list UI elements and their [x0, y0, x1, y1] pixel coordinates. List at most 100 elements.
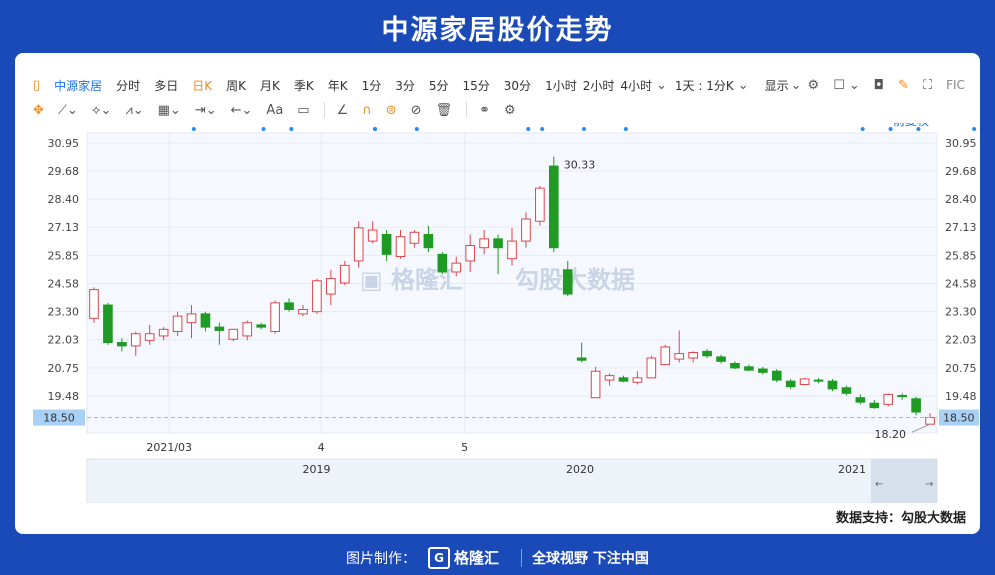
candle[interactable]	[326, 278, 336, 295]
tab-3min[interactable]: 3分	[395, 77, 415, 94]
comment-icon[interactable]: ▭	[297, 103, 309, 118]
candle[interactable]	[799, 378, 810, 385]
candle[interactable]	[381, 233, 392, 255]
tab-yearly-k[interactable]: 年K	[328, 77, 348, 94]
candle[interactable]	[395, 236, 406, 258]
event-marker[interactable]	[261, 127, 266, 131]
candle[interactable]	[117, 342, 127, 347]
candle[interactable]	[911, 398, 921, 413]
sidebar-toggle-icon[interactable]: ▯	[33, 78, 40, 93]
candle[interactable]	[409, 231, 420, 244]
candle[interactable]	[925, 417, 935, 425]
candle[interactable]	[507, 240, 517, 260]
candle[interactable]	[200, 313, 211, 328]
tab-30min[interactable]: 30分	[504, 77, 531, 94]
magnet-icon[interactable]: ∩	[362, 103, 372, 118]
range-icon[interactable]: ⇥⌄	[195, 103, 217, 118]
chevron-down-icon[interactable]: ⌄	[791, 78, 802, 93]
candle[interactable]	[674, 353, 685, 360]
chevron-down-icon[interactable]: ⌄	[656, 78, 667, 93]
lock-icon[interactable]: ⊜	[386, 103, 397, 118]
candle[interactable]	[869, 402, 880, 409]
candle[interactable]	[353, 227, 364, 262]
candlestick-chart[interactable]: ▣ 格隆汇 勾股大数据 30.95 30.95 29.68 29.68 28.40 28.4…	[15, 113, 980, 504]
tab-daily-k[interactable]: 日K	[192, 77, 212, 94]
gear-icon[interactable]: ⚙	[808, 78, 820, 93]
fic-label[interactable]: FIC	[946, 78, 965, 92]
candle[interactable]	[284, 302, 294, 310]
display-menu[interactable]: 显示	[765, 77, 789, 94]
candle[interactable]	[730, 363, 740, 369]
candle[interactable]	[493, 238, 503, 249]
candle[interactable]	[618, 377, 629, 382]
square-icon[interactable]: ☐	[833, 78, 845, 93]
ray-icon[interactable]: ⟡⌄	[92, 103, 112, 118]
stock-name-tab[interactable]: 中源家居	[54, 77, 102, 94]
candle[interactable]	[590, 370, 601, 399]
candle[interactable]	[89, 289, 99, 319]
hide-icon[interactable]: ⊘	[411, 103, 422, 118]
chevron-down-icon[interactable]: ⌄	[738, 78, 749, 93]
candle[interactable]	[437, 253, 448, 273]
candle[interactable]	[214, 326, 225, 331]
event-marker[interactable]	[372, 127, 377, 131]
candle[interactable]	[855, 397, 866, 403]
candle[interactable]	[367, 229, 378, 242]
candle[interactable]	[716, 356, 726, 362]
event-marker[interactable]	[414, 127, 419, 131]
navigator-right-handle[interactable]: →	[925, 479, 933, 490]
angle-icon[interactable]: ∠	[337, 103, 349, 118]
tab-quarterly-k[interactable]: 季K	[294, 77, 314, 94]
camera-icon[interactable]: ◘	[874, 78, 884, 93]
candle[interactable]	[479, 238, 489, 249]
candle[interactable]	[883, 393, 894, 405]
candle[interactable]	[451, 262, 462, 273]
chart-area[interactable]: ▣ 格隆汇 勾股大数据 30.95 30.95 29.68 29.68 28.40 28.4…	[15, 113, 980, 504]
adjust-mode-label[interactable]: 前复权	[893, 113, 929, 128]
chevron-down-icon[interactable]: ⌄	[849, 78, 860, 93]
candle[interactable]	[339, 264, 350, 284]
candle[interactable]	[242, 322, 253, 337]
pencil-icon[interactable]: ✎	[898, 78, 909, 93]
candle[interactable]	[646, 357, 657, 379]
event-marker[interactable]	[191, 127, 196, 131]
compare-icon[interactable]: ⚭	[479, 103, 490, 118]
event-marker[interactable]	[888, 127, 893, 131]
candle[interactable]	[827, 380, 838, 390]
candle[interactable]	[423, 233, 434, 249]
event-marker[interactable]	[860, 127, 865, 131]
candle[interactable]	[813, 379, 824, 382]
resolution-select[interactable]: 1天 : 1分K	[675, 77, 734, 94]
candle[interactable]	[688, 351, 698, 359]
candle[interactable]	[535, 187, 545, 222]
tab-multiday[interactable]: 多日	[154, 77, 178, 94]
candle[interactable]	[465, 245, 476, 262]
move-icon[interactable]: ✥	[33, 103, 44, 118]
tab-2hour[interactable]: 2小时	[583, 77, 615, 94]
candle[interactable]	[256, 324, 267, 328]
event-marker[interactable]	[289, 127, 294, 131]
tab-15min[interactable]: 15分	[463, 77, 490, 94]
tab-intraday[interactable]: 分时	[116, 77, 140, 94]
candle[interactable]	[576, 357, 587, 361]
navigator[interactable]	[86, 458, 938, 504]
event-marker[interactable]	[623, 127, 628, 131]
trend-line-icon[interactable]: ⟋⌄	[58, 103, 78, 118]
candle[interactable]	[172, 315, 183, 333]
candle[interactable]	[228, 328, 239, 340]
candle[interactable]	[312, 280, 322, 313]
candle[interactable]	[841, 387, 852, 394]
candle[interactable]	[103, 304, 113, 344]
wave-icon[interactable]: ⩘⌄	[125, 103, 143, 118]
candle[interactable]	[130, 333, 141, 347]
candle[interactable]	[660, 346, 671, 366]
candle[interactable]	[897, 395, 907, 398]
tab-5min[interactable]: 5分	[429, 77, 449, 94]
candle[interactable]	[744, 366, 754, 371]
tab-monthly-k[interactable]: 月K	[260, 77, 280, 94]
candle[interactable]	[298, 308, 308, 315]
trash-icon[interactable]: 🗑	[436, 103, 453, 118]
fullscreen-icon[interactable]: ⛶	[923, 78, 932, 93]
navigator-left-handle[interactable]: ←	[875, 479, 883, 490]
candle[interactable]	[604, 375, 615, 381]
